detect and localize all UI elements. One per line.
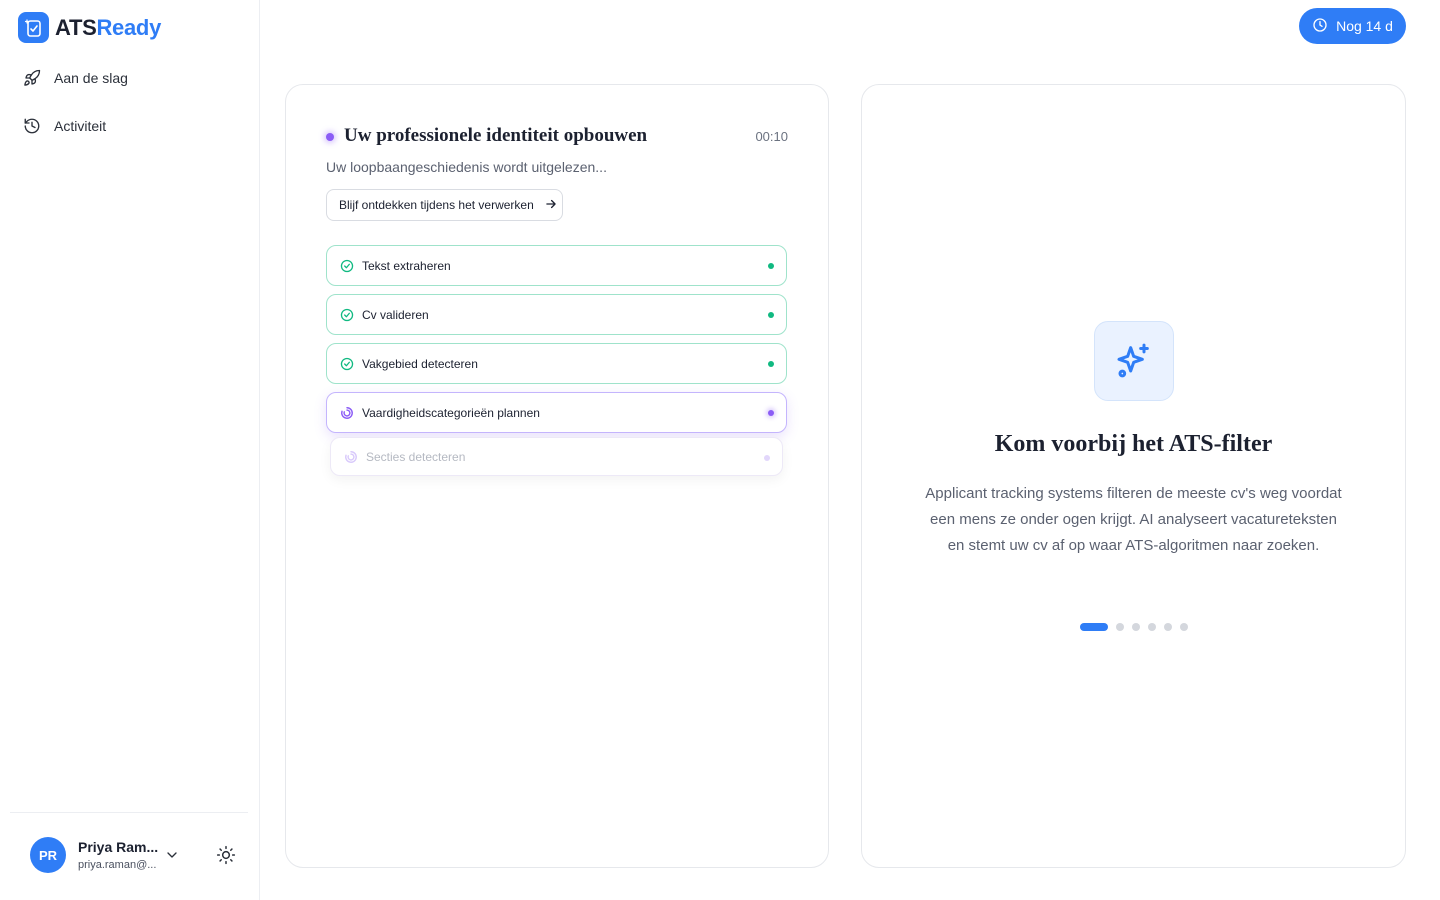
step-status-dot <box>768 263 774 269</box>
sparkles-icon <box>1094 321 1174 401</box>
sidebar: ATSReady Aan de slag Activiteit PR Priya… <box>0 0 260 900</box>
carousel-dot[interactable] <box>1079 623 1108 631</box>
check-circle-icon <box>340 357 354 371</box>
step-item-active: Vaardigheidscategorieën plannen <box>326 392 787 433</box>
keep-exploring-button[interactable]: Blijf ontdekken tijdens het verwerken <box>326 189 563 221</box>
check-circle-icon <box>340 308 354 322</box>
trial-badge[interactable]: Nog 14 d <box>1299 8 1406 44</box>
clock-icon <box>1312 17 1328 36</box>
processing-card: Uw professionele identiteit opbouwen 00:… <box>285 84 829 868</box>
carousel-dot[interactable] <box>1147 623 1156 631</box>
step-label: Tekst extraheren <box>362 258 451 273</box>
step-item: Cv valideren <box>326 294 787 335</box>
spinner-icon <box>344 450 358 464</box>
user-name[interactable]: Priya Ram... <box>78 839 158 855</box>
processing-subtitle: Uw loopbaangeschiedenis wordt uitgelezen… <box>326 159 607 175</box>
step-item-pending: Secties detecteren <box>330 437 783 476</box>
processing-header: Uw professionele identiteit opbouwen 00:… <box>326 125 788 149</box>
logo[interactable]: ATSReady <box>18 12 161 43</box>
carousel-indicators <box>862 623 1405 631</box>
sidebar-item-activiteit[interactable]: Activiteit <box>10 108 249 144</box>
chevron-down-icon[interactable] <box>164 847 180 863</box>
step-item: Vakgebied detecteren <box>326 343 787 384</box>
arrow-right-icon <box>544 197 558 214</box>
sidebar-item-label: Aan de slag <box>54 70 128 86</box>
processing-steps: Tekst extraheren Cv valideren Vakgebied … <box>326 245 787 476</box>
processing-title: Uw professionele identiteit opbouwen <box>344 125 648 146</box>
check-circle-icon <box>340 259 354 273</box>
logo-text: ATSReady <box>55 14 162 40</box>
step-label: Vaardigheidscategorieën plannen <box>362 405 540 420</box>
sun-icon[interactable] <box>216 845 236 865</box>
carousel-dot[interactable] <box>1163 623 1172 631</box>
step-status-dot <box>768 410 774 416</box>
status-dot <box>326 133 334 141</box>
step-item: Tekst extraheren <box>326 245 787 286</box>
logo-icon <box>18 12 49 43</box>
feature-card: Kom voorbij het ATS-filter Applicant tra… <box>861 84 1406 868</box>
step-label: Vakgebied detecteren <box>362 356 478 371</box>
processing-timer: 00:10 <box>755 129 788 144</box>
step-status-dot <box>768 361 774 367</box>
step-status-dot <box>768 312 774 318</box>
keep-exploring-label: Blijf ontdekken tijdens het verwerken <box>339 198 534 212</box>
rocket-icon <box>22 68 42 88</box>
avatar[interactable]: PR <box>30 837 66 873</box>
carousel-dot[interactable] <box>1179 623 1188 631</box>
history-icon <box>22 116 42 136</box>
user-menu: PR Priya Ram... priya.raman@... <box>10 812 248 900</box>
sidebar-item-aan-de-slag[interactable]: Aan de slag <box>10 60 249 96</box>
step-label: Cv valideren <box>362 307 429 322</box>
sidebar-nav: Aan de slag Activiteit <box>0 60 259 156</box>
trial-label: Nog 14 d <box>1336 18 1393 34</box>
sidebar-item-label: Activiteit <box>54 118 107 134</box>
spinner-icon <box>340 406 354 420</box>
feature-description: Applicant tracking systems filteren de m… <box>925 485 1342 554</box>
step-label: Secties detecteren <box>366 449 466 464</box>
feature-title: Kom voorbij het ATS-filter <box>994 431 1273 457</box>
carousel-dot[interactable] <box>1115 623 1124 631</box>
carousel-dot[interactable] <box>1131 623 1140 631</box>
user-email: priya.raman@... <box>78 859 157 871</box>
step-status-dot <box>764 455 770 461</box>
